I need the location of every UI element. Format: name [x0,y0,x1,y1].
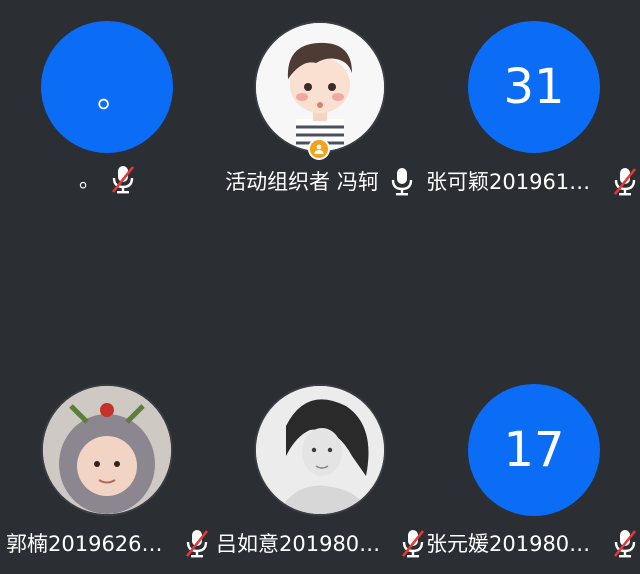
participant-label-2: 活动组织者 冯轲 [222,166,418,196]
participant-avatar-5[interactable] [254,384,386,516]
mic-muted-icon[interactable] [612,166,638,196]
participant-name: 郭楠2019626207 [6,532,174,556]
host-icon [308,138,330,160]
mic-muted-icon[interactable] [184,528,210,558]
participant-label-3: 张可颖2019618157 [426,166,640,196]
participant-avatar-4[interactable] [41,384,173,516]
mic-muted-icon[interactable] [612,528,638,558]
participant-avatar-1[interactable]: 。 [41,21,173,153]
participant-name: 活动组织者 冯轲 [225,170,379,194]
mic-muted-icon[interactable] [110,164,136,194]
participant-name: 张可颖2019618157 [426,170,602,194]
girl-photo-avatar-image [256,386,384,514]
person-icon [314,144,324,154]
boy-cartoon-avatar-image [256,23,384,151]
video-grid: 。 。 活动组织者 冯轲 31 张可颖20196181 郭楠2019626207… [0,0,640,574]
avatar-initial: 31 [503,59,565,115]
participant-label-5: 吕如意2019802233 [212,528,426,558]
participant-name: 吕如意2019802233 [216,532,390,556]
participant-label-1: 。 [60,164,155,194]
mic-icon[interactable] [389,166,415,196]
participant-label-4: 郭楠2019626207 [0,528,210,558]
participant-name: 张元媛2019802240 [426,532,602,556]
participant-avatar-6[interactable]: 17 [468,384,600,516]
avatar-initial: 17 [503,422,565,478]
participant-label-6: 张元媛2019802240 [426,528,640,558]
participant-avatar-2[interactable] [254,21,386,153]
participant-name: 。 [79,168,100,192]
child-photo-avatar-image [43,386,171,514]
participant-avatar-3[interactable]: 31 [468,21,600,153]
mic-muted-icon[interactable] [400,528,426,558]
avatar-initial: 。 [97,76,131,116]
